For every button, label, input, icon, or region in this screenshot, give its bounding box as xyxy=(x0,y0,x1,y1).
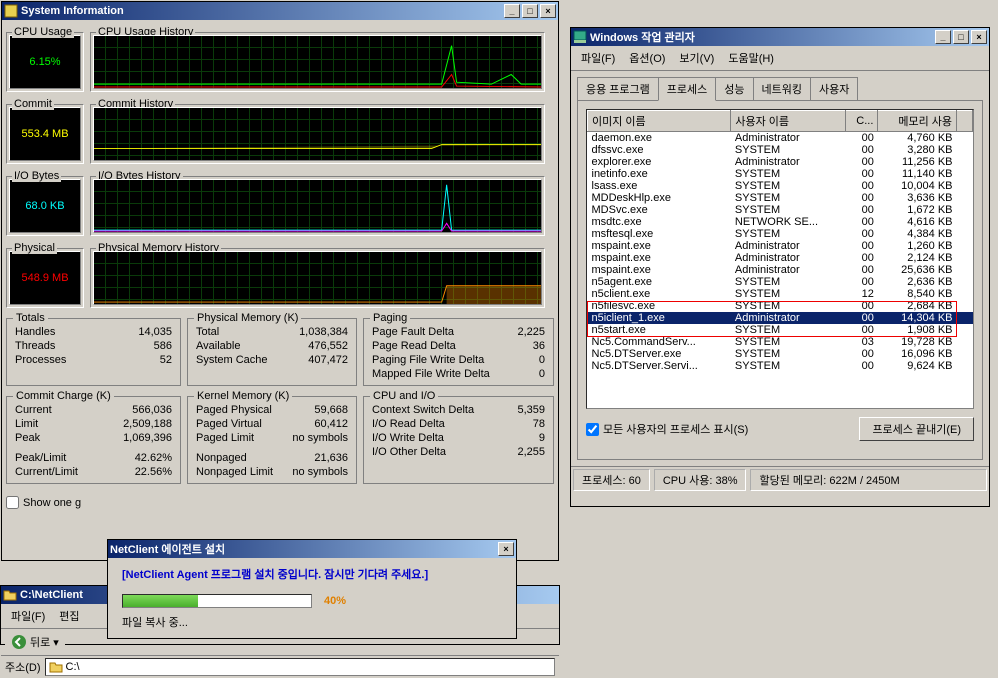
commit-value: 553.4 MB xyxy=(21,128,68,140)
cpu-usage-value: 6.15% xyxy=(29,56,60,68)
col-mem[interactable]: 메모리 사용 xyxy=(878,111,957,132)
menu-file[interactable]: 파일(F) xyxy=(5,606,51,626)
table-row[interactable]: explorer.exeAdministrator0011,256 KB xyxy=(588,156,973,168)
table-row[interactable]: n5filesvc.exeSYSTEM002,684 KB xyxy=(588,300,973,312)
taskmgr-titlebar[interactable]: Windows 작업 관리자 _ □ × xyxy=(571,28,989,46)
table-row[interactable]: msdtc.exeNETWORK SE...004,616 KB xyxy=(588,216,973,228)
cpu-usage-meter: CPU Usage 6.15% xyxy=(6,32,84,92)
process-table[interactable]: 이미지 이름 사용자 이름 C... 메모리 사용 daemon.exeAdmi… xyxy=(586,109,974,409)
col-user[interactable]: 사용자 이름 xyxy=(731,111,845,132)
close-button[interactable]: × xyxy=(498,542,514,556)
status-processes: 프로세스: 60 xyxy=(573,469,650,491)
kernel-memory-group: Kernel Memory (K) Paged Physical59,668 P… xyxy=(187,396,357,484)
tab-performance[interactable]: 성능 xyxy=(715,77,753,100)
menu-view[interactable]: 보기(V) xyxy=(673,48,720,68)
commit-history: Commit History xyxy=(90,104,545,164)
table-row[interactable]: mspaint.exeAdministrator002,124 KB xyxy=(588,252,973,264)
physmem-group: Physical Memory (K) Total1,038,384 Avail… xyxy=(187,318,357,386)
minimize-button[interactable]: _ xyxy=(935,30,951,44)
cpu-history: CPU Usage History xyxy=(90,32,545,92)
physical-meter: Physical 548.9 MB xyxy=(6,248,84,308)
taskmgr-tabs: 응용 프로그램 프로세스 성능 네트워킹 사용자 xyxy=(577,77,983,100)
physical-history: Physical Memory History xyxy=(90,248,545,308)
sysinfo-title: System Information xyxy=(21,5,124,17)
show-one-graph-checkbox[interactable]: Show one g xyxy=(6,496,81,509)
sysinfo-titlebar[interactable]: System Information _ □ × xyxy=(2,2,558,20)
col-image[interactable]: 이미지 이름 xyxy=(588,111,731,132)
installer-message: [NetClient Agent 프로그램 설치 중입니다. 잠시만 기다려 주… xyxy=(122,566,502,582)
taskmgr-statusbar: 프로세스: 60 CPU 사용: 38% 할당된 메모리: 622M / 245… xyxy=(571,466,989,493)
tab-processes[interactable]: 프로세스 xyxy=(658,77,716,101)
io-value: 68.0 KB xyxy=(25,200,64,212)
close-button[interactable]: × xyxy=(540,4,556,18)
end-process-button[interactable]: 프로세스 끝내기(E) xyxy=(859,417,974,441)
table-row[interactable]: MDDeskHlp.exeSYSTEM003,636 KB xyxy=(588,192,973,204)
taskmgr-title: Windows 작업 관리자 xyxy=(590,29,695,45)
folder-icon xyxy=(49,660,63,674)
progress-percent: 40% xyxy=(324,595,346,607)
menu-options[interactable]: 옵션(O) xyxy=(623,48,671,68)
status-memory: 할당된 메모리: 622M / 2450M xyxy=(750,469,987,491)
table-row[interactable]: n5agent.exeSYSTEM002,636 KB xyxy=(588,276,973,288)
status-cpu: CPU 사용: 38% xyxy=(654,469,747,491)
address-bar[interactable]: C:\ xyxy=(45,658,555,676)
table-row[interactable]: dfssvc.exeSYSTEM003,280 KB xyxy=(588,144,973,156)
commit-charge-group: Commit Charge (K) Current566,036 Limit2,… xyxy=(6,396,181,484)
table-row[interactable]: n5start.exeSYSTEM001,908 KB xyxy=(588,324,973,336)
commit-meter: Commit 553.4 MB xyxy=(6,104,84,164)
sysinfo-icon xyxy=(4,4,18,18)
back-button[interactable]: 뒤로 ▾ xyxy=(5,631,65,653)
table-row[interactable]: lsass.exeSYSTEM0010,004 KB xyxy=(588,180,973,192)
progress-bar xyxy=(122,594,312,608)
physical-value: 548.9 MB xyxy=(21,272,68,284)
system-information-window: System Information _ □ × CPU Usage 6.15%… xyxy=(1,1,559,561)
taskmgr-icon xyxy=(573,30,587,44)
table-row[interactable]: daemon.exeAdministrator004,760 KB xyxy=(588,132,973,145)
tab-networking[interactable]: 네트워킹 xyxy=(753,77,811,100)
back-arrow-icon xyxy=(11,634,27,650)
table-row[interactable]: n5client.exeSYSTEM128,540 KB xyxy=(588,288,973,300)
maximize-button[interactable]: □ xyxy=(953,30,969,44)
table-row[interactable]: Nc5.DTServer.Servi...SYSTEM009,624 KB xyxy=(588,360,973,372)
taskmgr-menubar: 파일(F) 옵션(O) 보기(V) 도움말(H) xyxy=(571,46,989,71)
installer-titlebar[interactable]: NetClient 에이전트 설치 × xyxy=(108,540,516,558)
paging-group: Paging Page Fault Delta2,225 Page Read D… xyxy=(363,318,554,386)
table-row[interactable]: n5iclient_1.exeAdministrator0014,304 KB xyxy=(588,312,973,324)
minimize-button[interactable]: _ xyxy=(504,4,520,18)
explorer-title: C:\NetClient xyxy=(20,589,83,601)
table-row[interactable]: MDSvc.exeSYSTEM001,672 KB xyxy=(588,204,973,216)
show-all-users-checkbox[interactable]: 모든 사용자의 프로세스 표시(S) xyxy=(586,421,748,437)
col-cpu[interactable]: C... xyxy=(845,111,878,132)
io-history: I/O Bytes History xyxy=(90,176,545,236)
table-row[interactable]: Nc5.CommandServ...SYSTEM0319,728 KB xyxy=(588,336,973,348)
menu-help[interactable]: 도움말(H) xyxy=(722,48,780,68)
totals-group: Totals Handles14,035 Threads586 Processe… xyxy=(6,318,181,386)
close-button[interactable]: × xyxy=(971,30,987,44)
table-row[interactable]: msftesql.exeSYSTEM004,384 KB xyxy=(588,228,973,240)
table-row[interactable]: Nc5.DTServer.exeSYSTEM0016,096 KB xyxy=(588,348,973,360)
tab-users[interactable]: 사용자 xyxy=(810,77,858,100)
installer-status: 파일 복사 중... xyxy=(122,614,502,630)
installer-title: NetClient 에이전트 설치 xyxy=(110,541,225,557)
address-label: 주소(D) xyxy=(5,659,41,675)
tab-applications[interactable]: 응용 프로그램 xyxy=(577,77,659,100)
io-meter: I/O Bytes 68.0 KB xyxy=(6,176,84,236)
table-row[interactable]: mspaint.exeAdministrator001,260 KB xyxy=(588,240,973,252)
table-row[interactable]: mspaint.exeAdministrator0025,636 KB xyxy=(588,264,973,276)
folder-icon xyxy=(3,588,17,602)
task-manager-window: Windows 작업 관리자 _ □ × 파일(F) 옵션(O) 보기(V) 도… xyxy=(570,27,990,507)
menu-edit[interactable]: 편집 xyxy=(53,606,85,626)
netclient-installer-window: NetClient 에이전트 설치 × [NetClient Agent 프로그… xyxy=(107,539,517,639)
menu-file[interactable]: 파일(F) xyxy=(575,48,621,68)
maximize-button[interactable]: □ xyxy=(522,4,538,18)
table-row[interactable]: inetinfo.exeSYSTEM0011,140 KB xyxy=(588,168,973,180)
cpu-io-group: CPU and I/O Context Switch Delta5,359 I/… xyxy=(363,396,554,484)
col-scroll xyxy=(957,111,973,132)
